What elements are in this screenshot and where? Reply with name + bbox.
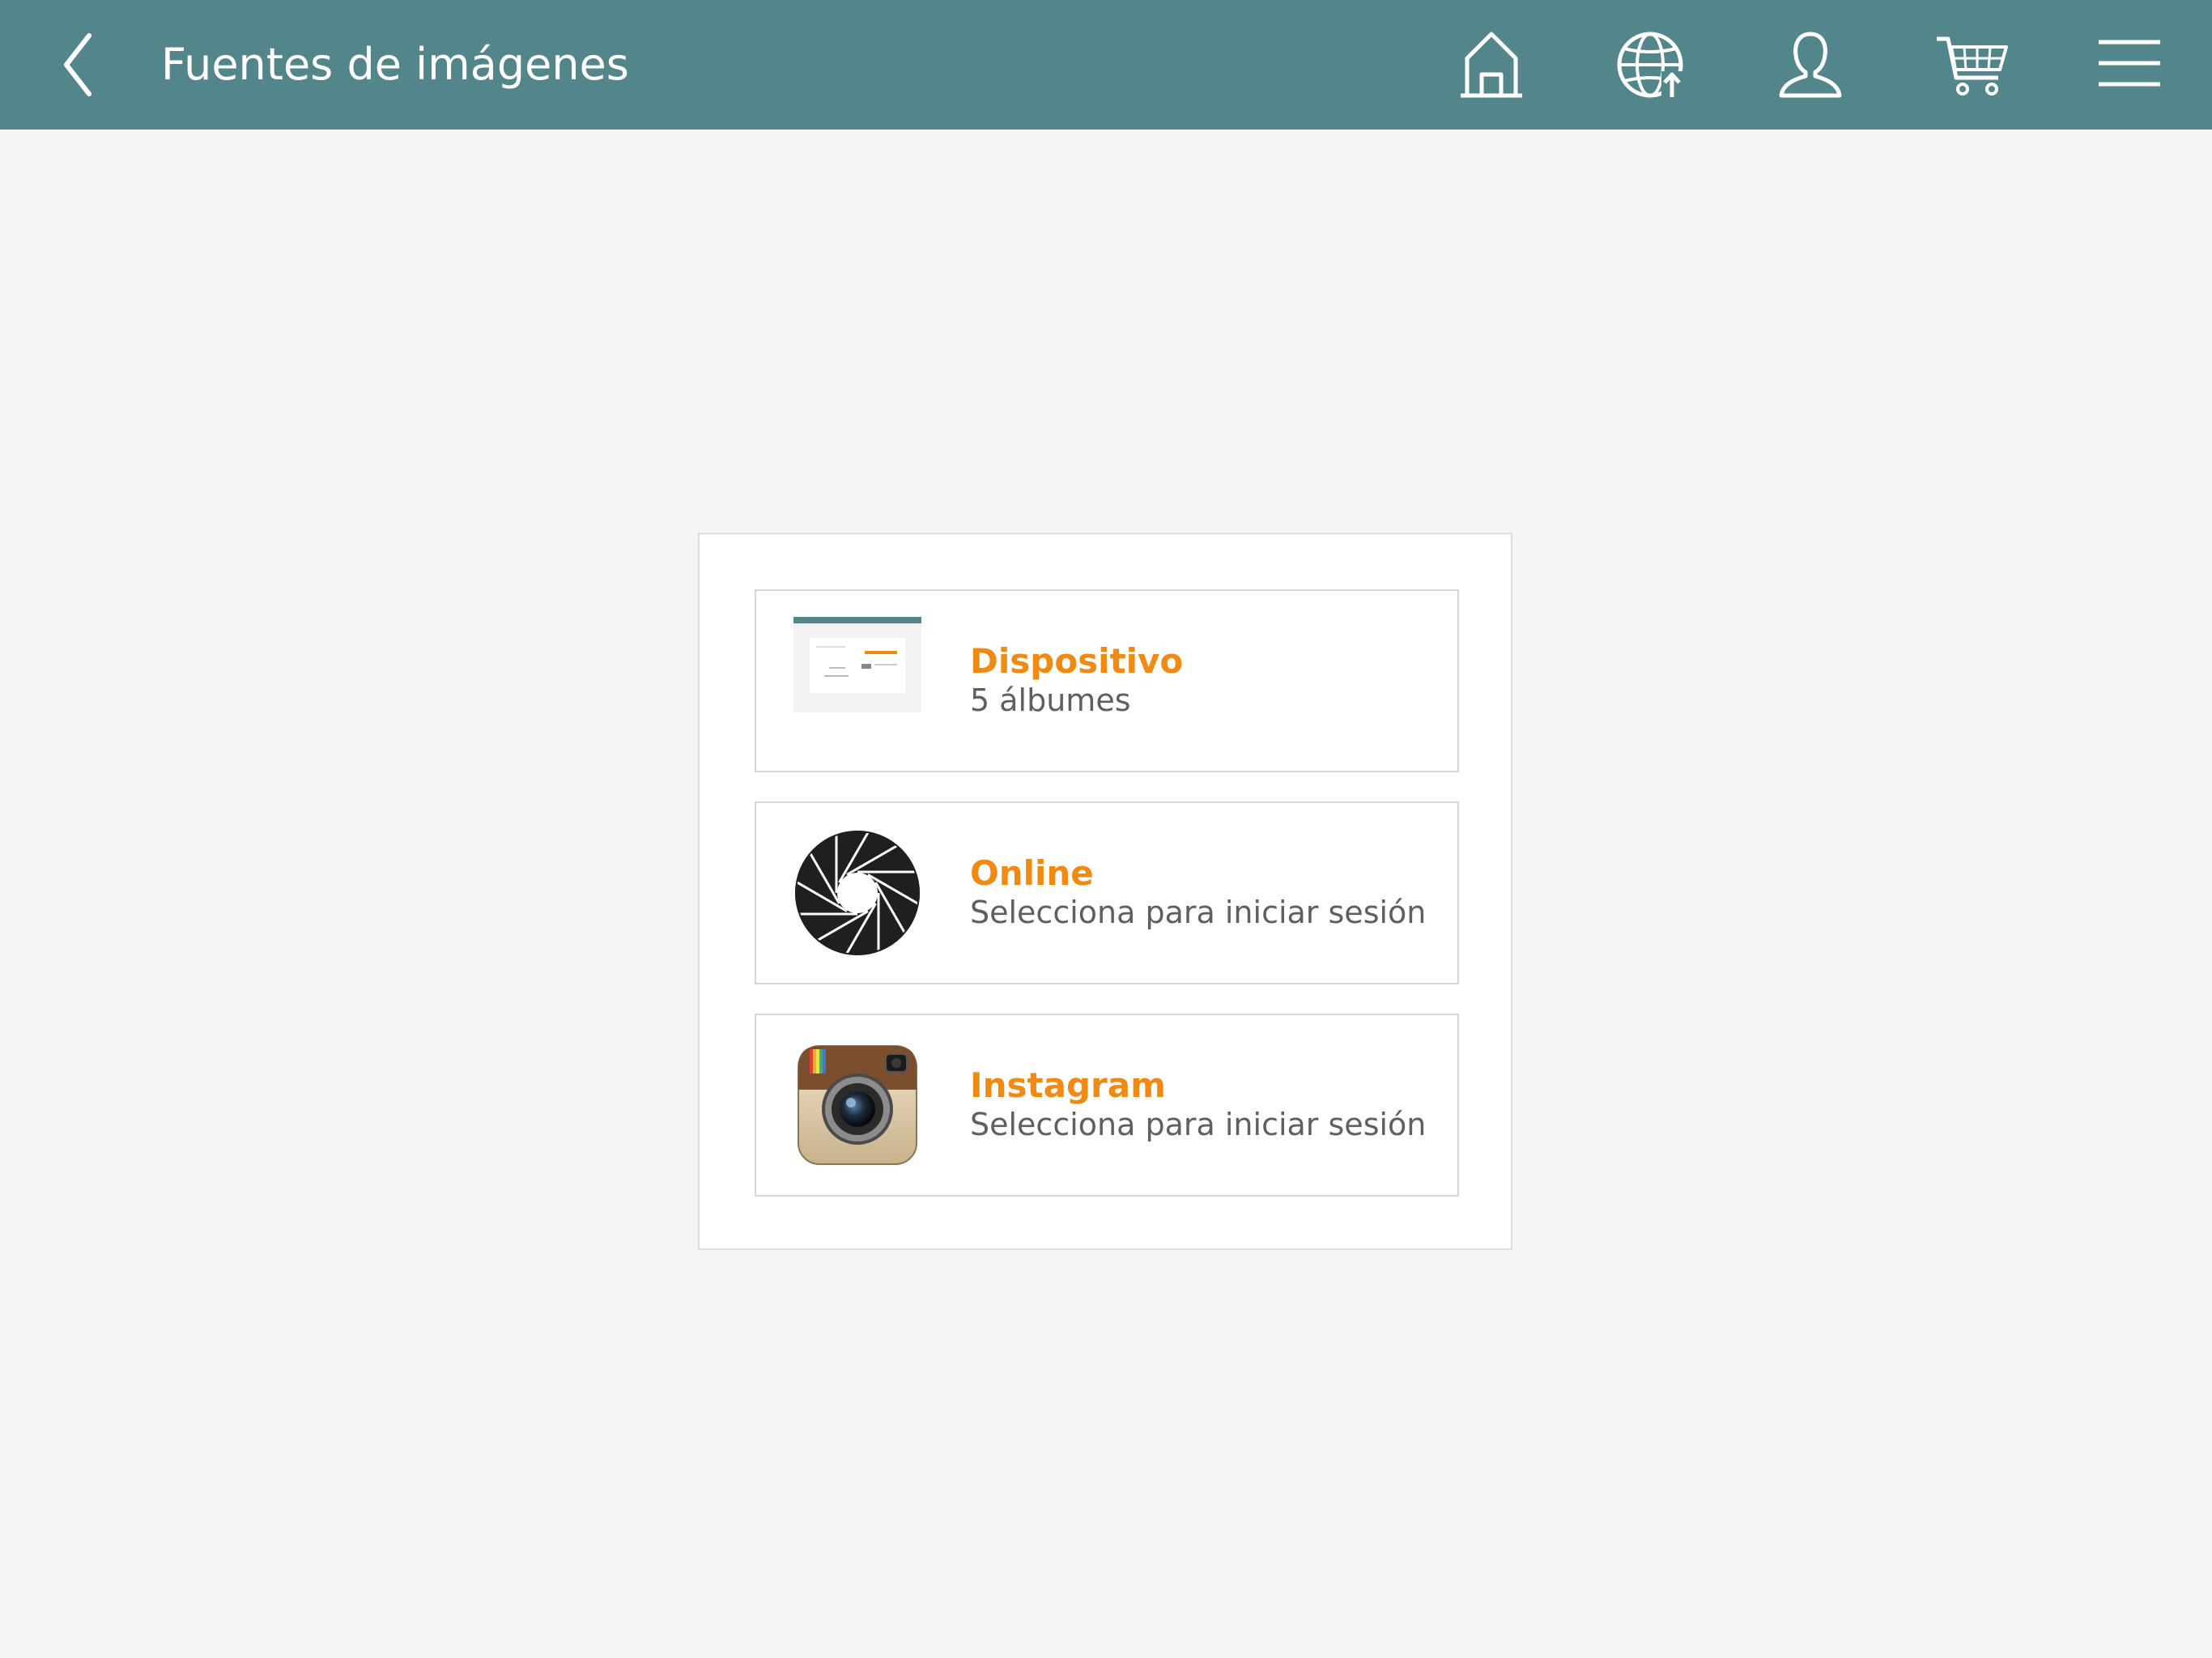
source-subtitle: Selecciona para iniciar sesión bbox=[970, 895, 1427, 930]
cart-button[interactable] bbox=[1932, 24, 2013, 105]
source-subtitle: Selecciona para iniciar sesión bbox=[970, 1107, 1427, 1142]
source-name: Instagram bbox=[970, 1065, 1166, 1105]
menu-button[interactable] bbox=[2089, 24, 2170, 105]
chevron-left-icon bbox=[64, 33, 91, 96]
page-title: Fuentes de imágenes bbox=[161, 39, 629, 90]
sources-panel: Dispositivo 5 álbumes Online Selecciona … bbox=[698, 533, 1512, 1250]
source-item-dispositivo[interactable]: Dispositivo 5 álbumes bbox=[755, 589, 1459, 772]
account-button[interactable] bbox=[1770, 24, 1851, 105]
menu-icon bbox=[2099, 40, 2160, 87]
home-icon bbox=[1461, 32, 1522, 98]
instagram-icon bbox=[793, 1041, 921, 1169]
cart-icon bbox=[1937, 36, 2008, 96]
source-subtitle: 5 álbumes bbox=[970, 682, 1131, 718]
user-icon bbox=[1779, 32, 1842, 98]
source-item-online[interactable]: Online Selecciona para iniciar sesión bbox=[755, 801, 1459, 984]
source-name: Online bbox=[970, 853, 1094, 893]
source-item-instagram[interactable]: Instagram Selecciona para iniciar sesión bbox=[755, 1014, 1459, 1197]
device-thumbnail bbox=[793, 617, 921, 745]
aperture-icon bbox=[793, 829, 921, 957]
globe-upload-button[interactable] bbox=[1611, 24, 1692, 105]
source-name: Dispositivo bbox=[970, 641, 1184, 681]
back-button[interactable] bbox=[49, 24, 113, 105]
globe-icon bbox=[1617, 32, 1683, 98]
app-header: Fuentes de imágenes bbox=[0, 0, 2212, 130]
home-button[interactable] bbox=[1451, 24, 1532, 105]
